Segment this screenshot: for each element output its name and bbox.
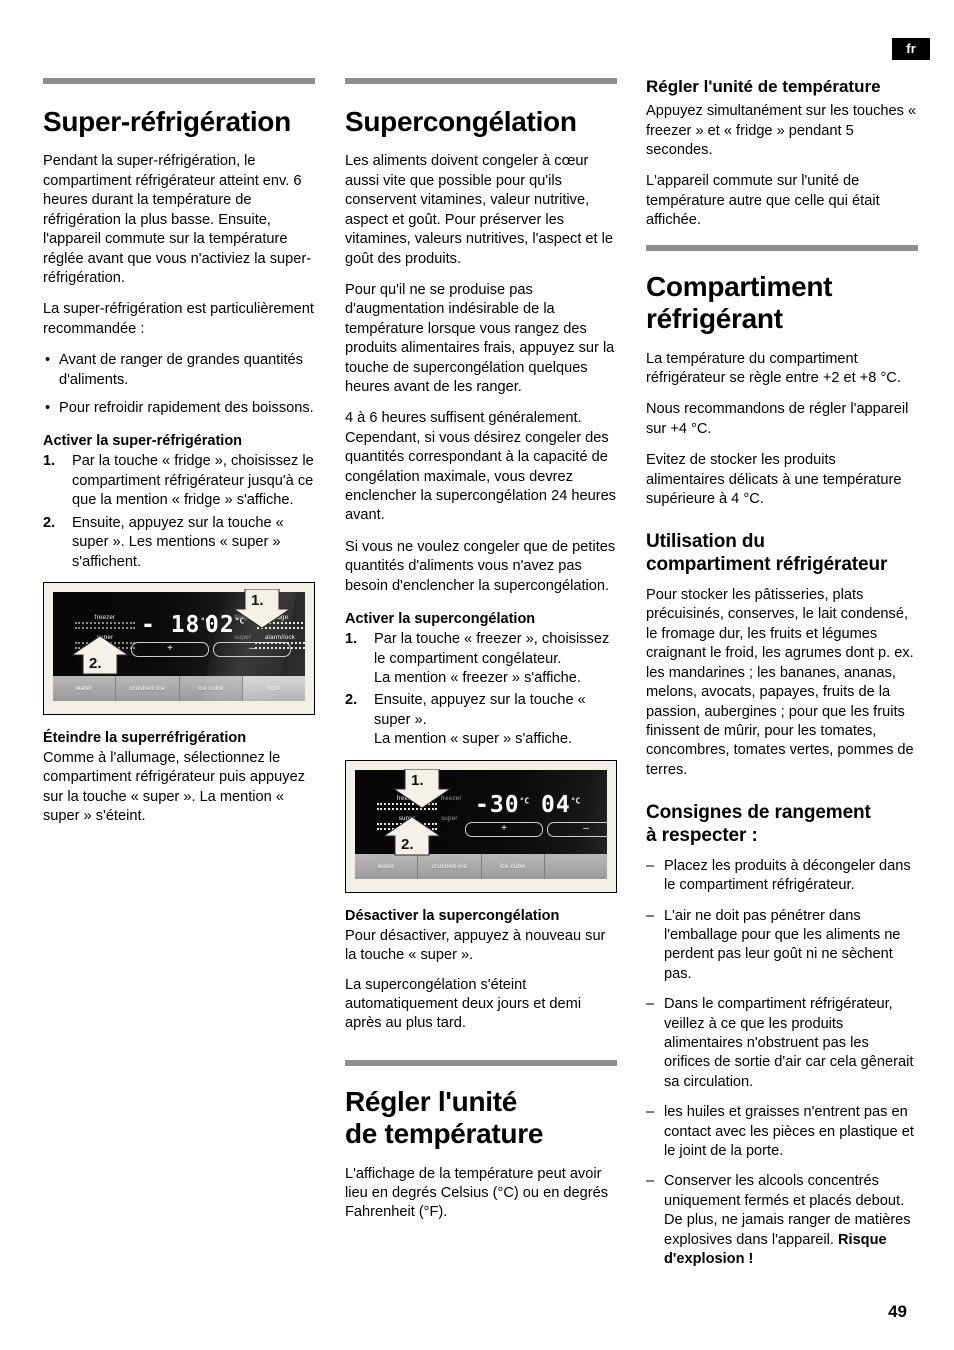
button-water[interactable]: water <box>53 675 117 701</box>
panel-button-row: water crushed ice ice cube light <box>53 675 305 701</box>
paragraph-unit-display: L'affichage de la température peut avoir… <box>345 1165 608 1221</box>
list-item: 2. Ensuite, appuyez sur la touche « super… <box>43 514 315 572</box>
temperature-freezer: -30°C <box>475 791 530 818</box>
paragraph-storage-products: Pour stocker les pâtisseries, plats préc… <box>646 587 914 778</box>
manual-page: fr Super-réfrigération Pendant la super-… <box>0 0 954 1350</box>
heading-deactivate-supercongelation: Désactiver la supercongélation <box>345 907 560 924</box>
page-title-supercongelation: Supercongélation <box>345 106 577 137</box>
plus-button[interactable]: + <box>131 641 209 657</box>
callout-arrow-1: 1. <box>233 588 291 629</box>
heading-activate-supercongelation: Activer la supercongélation <box>345 611 536 627</box>
list-item: Dans le compartiment réfrigérateur, veil… <box>646 995 918 1092</box>
column-3: Régler l'unité de température Appuyez si… <box>646 76 918 1280</box>
heading-switch-off-super-refrigeration: Éteindre la superréfrigération <box>43 729 247 746</box>
heading-set-temperature-unit: Régler l'unité de température <box>646 77 881 96</box>
list-item: 1. Par la touche « freezer », choisissez … <box>345 630 617 688</box>
button-ice-cube[interactable]: ice cube <box>482 853 545 879</box>
heading-activate-super-refrigeration: Activer la super-réfrigération <box>43 433 243 450</box>
callout-number: 2. <box>401 835 414 853</box>
callout-number: 2. <box>89 654 102 672</box>
step-text: Ensuite, appuyez sur la touche « super »… <box>72 514 284 570</box>
list-item: les huiles et graisses n'entrent pas en … <box>646 1103 918 1161</box>
column-1: Super-réfrigération Pendant la super-réf… <box>43 78 315 839</box>
paragraph-supercongelation-3: 4 à 6 heures suffisent généralement. Cep… <box>345 410 616 524</box>
callout-arrow-1: 1. <box>393 768 451 809</box>
list-item: L'air ne doit pas pénétrer dans l'emball… <box>646 907 918 985</box>
button-water[interactable]: water <box>355 853 419 879</box>
step-text: Par la touche « fridge », choisissez le … <box>72 453 314 509</box>
plus-button[interactable]: + <box>465 821 543 837</box>
paragraph-fridge-temp-recommendation: Nous recommandons de régler l'appareil s… <box>646 401 909 437</box>
callout-number: 1. <box>411 771 424 789</box>
page-number: 49 <box>888 1302 907 1321</box>
paragraph-super-refrigeration-recommended: La super-réfrigération est particulièrem… <box>43 301 314 337</box>
list-item: 1. Par la touche « fridge », choisissez l… <box>43 452 315 510</box>
heading-regler-unite-temperature: Régler l'unité de température <box>345 1085 544 1150</box>
step-text: Par la touche « freezer », choisissez le… <box>374 631 610 686</box>
button-crushed-ice[interactable]: crushed ice <box>418 853 482 879</box>
heading-utilisation-compartiment: Utilisation du compartiment réfrigérateu… <box>646 531 888 576</box>
paragraph-super-refrigeration-intro: Pendant la super-réfrigération, le compa… <box>43 153 312 286</box>
figure-control-panel-fridge: freezer super - 18°C 02°C + – fridge fri… <box>43 581 315 715</box>
callout-number: 1. <box>251 591 264 609</box>
display-label-super-small: super <box>441 814 458 822</box>
list-storage-instructions: Placez les produits à décongeler dans le… <box>646 857 918 1270</box>
paragraph-supercongelation-1: Les aliments doivent congeler à cœur aus… <box>345 153 614 267</box>
display-label-super-small: super <box>234 633 251 641</box>
temperature-adjust-row: + – <box>465 821 607 837</box>
paragraph-set-unit-1: Appuyez simultanément sur les touches « … <box>646 103 917 159</box>
list-item: Avant de ranger de grandes quantités d'a… <box>43 351 315 390</box>
display-label-freezer: freezer <box>75 614 135 629</box>
temperature-freezer: - 18°C <box>141 611 211 638</box>
paragraph-fridge-temp-warning: Evitez de stocker les produits alimentai… <box>646 452 902 508</box>
section-rule <box>43 78 315 84</box>
paragraph-deactivate-2: La supercongélation s'éteint automatique… <box>345 976 582 1032</box>
section-rule <box>345 78 617 84</box>
temperature-fridge: 04°C <box>541 791 581 818</box>
page-title-compartiment-refrigerant: Compartiment réfrigérant <box>646 270 833 335</box>
column-2: Supercongélation Les aliments doivent co… <box>345 78 617 1235</box>
section-rule <box>345 1059 617 1066</box>
list-item: Conserver les alcools concentrés uniquem… <box>646 1172 918 1269</box>
heading-consignes-rangement: Consignes de rangement à respecter : <box>646 802 871 846</box>
list-super-refrigeration-uses: Avant de ranger de grandes quantités d'a… <box>43 351 315 419</box>
step-number: 1. <box>43 453 56 470</box>
list-item: 2. Ensuite, appuyez sur la touche « super… <box>345 691 617 749</box>
section-rule <box>646 244 918 251</box>
step-number: 2. <box>345 692 358 709</box>
button-crushed-ice[interactable]: crushed ice <box>116 675 180 701</box>
step-text: Ensuite, appuyez sur la touche « super »… <box>374 692 586 748</box>
minus-button[interactable]: – <box>547 821 607 837</box>
paragraph-set-unit-2: L'appareil commute sur l'unité de tempér… <box>646 173 880 229</box>
button-blank[interactable] <box>545 854 607 879</box>
step-number: 1. <box>345 631 358 648</box>
page-title-super-refrigeration: Super-réfrigération <box>43 106 291 137</box>
list-item: Placez les produits à décongeler dans le… <box>646 857 918 896</box>
segment-dots <box>75 621 135 629</box>
callout-arrow-2: 2. <box>71 635 129 675</box>
language-tag: fr <box>892 38 930 60</box>
paragraph-fridge-temp-range: La température du compartiment réfrigéra… <box>646 350 901 387</box>
paragraph-supercongelation-4: Si vous ne voulez congeler que de petite… <box>345 538 616 594</box>
steps-activate-supercongelation: 1. Par la touche « freezer », choisissez … <box>345 630 617 749</box>
steps-activate-super-refrigeration: 1. Par la touche « fridge », choisissez l… <box>43 452 315 571</box>
callout-arrow-2: 2. <box>383 815 441 856</box>
paragraph-deactivate-1: Pour désactiver, appuyez à nouveau sur l… <box>345 927 606 964</box>
panel-button-row: water crushed ice ice cube <box>355 853 607 879</box>
segment-dots <box>255 641 305 649</box>
button-ice-cube[interactable]: ice cube <box>180 675 243 701</box>
list-item: Pour refroidir rapidement des boissons. <box>43 399 315 419</box>
step-number: 2. <box>43 514 56 531</box>
paragraph-supercongelation-2: Pour qu'il ne se produise pas d'augmenta… <box>345 281 615 395</box>
button-light[interactable]: light <box>242 675 305 701</box>
figure-control-panel-freezer: freezer super freezer super -30°C 04°C +… <box>345 759 617 893</box>
display-label-alarm-lock: alarm/lock <box>255 634 305 649</box>
paragraph-switch-off-super-refrigeration: Comme à l'allumage, sélectionnez le comp… <box>43 750 306 825</box>
